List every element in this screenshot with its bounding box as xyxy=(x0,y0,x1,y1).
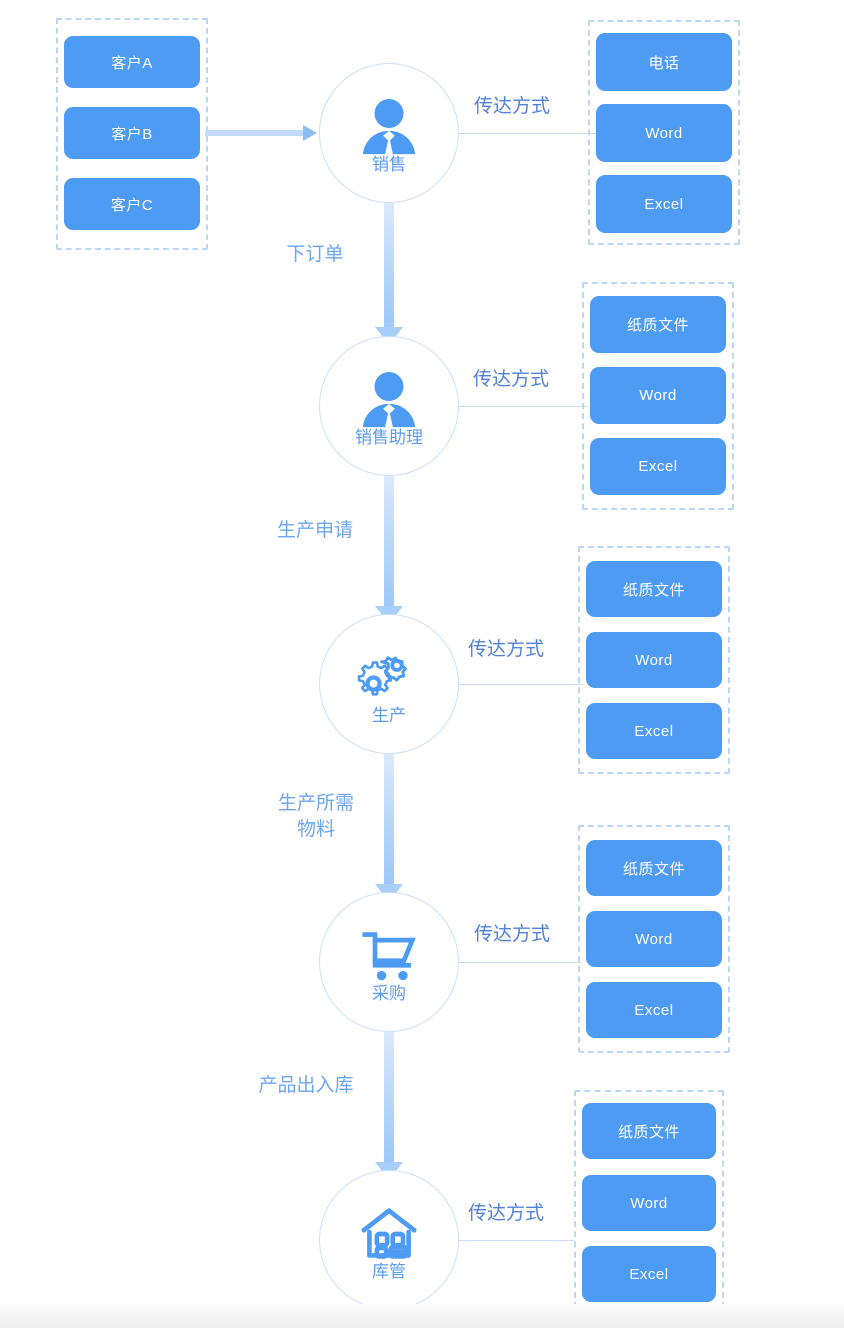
gears-icon xyxy=(354,647,424,709)
mode-chip-warehouse-0[interactable]: 纸质文件 xyxy=(582,1103,716,1159)
flowchart-canvas: 客户A 客户B 客户C 销售 传达方式 电话 Word Excel 下订单 销售… xyxy=(0,0,844,1328)
mode-chip-production-2[interactable]: Excel xyxy=(586,703,722,759)
mode-chip-production-1[interactable]: Word xyxy=(586,632,722,688)
mode-chip-assistant-1[interactable]: Word xyxy=(590,367,726,424)
mode-chip-production-0[interactable]: 纸质文件 xyxy=(586,561,722,617)
mode-chip-sales-0[interactable]: 电话 xyxy=(596,33,732,91)
mode-label-purchasing: 传达方式 xyxy=(474,924,551,945)
connector-purchasing xyxy=(459,962,582,963)
connector-production xyxy=(459,684,582,685)
person-icon xyxy=(354,369,424,431)
arrow-production-to-purchasing xyxy=(375,754,403,902)
connector-sales xyxy=(459,133,596,134)
node-production[interactable]: 生产 xyxy=(319,614,459,754)
mode-label-sales-assistant: 传达方式 xyxy=(473,369,550,390)
node-warehouse[interactable]: 库管 xyxy=(319,1170,459,1310)
arrow-sales-to-assistant xyxy=(375,203,403,345)
arrow-head xyxy=(303,125,317,141)
mode-chip-warehouse-2[interactable]: Excel xyxy=(582,1246,716,1302)
node-purchasing[interactable]: 采购 xyxy=(319,892,459,1032)
flow-label-order: 下订单 xyxy=(286,244,344,265)
mode-label-production: 传达方式 xyxy=(468,639,545,660)
connector-warehouse xyxy=(459,1240,574,1241)
mode-chip-purchasing-1[interactable]: Word xyxy=(586,911,722,967)
node-sales-assistant[interactable]: 销售助理 xyxy=(319,336,459,476)
shopping-cart-icon xyxy=(354,925,424,987)
arrow-shaft xyxy=(384,754,394,884)
flow-label-stock: 产品出入库 xyxy=(258,1075,354,1096)
mode-chip-warehouse-1[interactable]: Word xyxy=(582,1175,716,1231)
customer-chip-b[interactable]: 客户B xyxy=(64,107,200,159)
node-label: 采购 xyxy=(372,983,406,1003)
mode-chip-assistant-0[interactable]: 纸质文件 xyxy=(590,296,726,353)
arrow-customers-to-sales xyxy=(205,125,317,141)
mode-chip-sales-1[interactable]: Word xyxy=(596,104,732,162)
bottom-band xyxy=(0,1304,844,1328)
arrow-shaft xyxy=(384,203,394,327)
mode-chip-purchasing-0[interactable]: 纸质文件 xyxy=(586,840,722,896)
mode-chip-sales-2[interactable]: Excel xyxy=(596,175,732,233)
connector-sales-assistant xyxy=(459,406,587,407)
customer-chip-c[interactable]: 客户C xyxy=(64,178,200,230)
customer-chip-a[interactable]: 客户A xyxy=(64,36,200,88)
arrow-shaft xyxy=(384,476,394,606)
mode-chip-assistant-2[interactable]: Excel xyxy=(590,438,726,495)
arrow-assistant-to-production xyxy=(375,476,403,624)
node-sales[interactable]: 销售 xyxy=(319,63,459,203)
mode-label-sales: 传达方式 xyxy=(474,96,551,117)
person-icon xyxy=(354,96,424,158)
arrow-purchasing-to-warehouse xyxy=(375,1032,403,1180)
mode-chip-purchasing-2[interactable]: Excel xyxy=(586,982,722,1038)
node-label: 销售 xyxy=(372,154,406,174)
arrow-shaft xyxy=(205,130,303,136)
node-label: 库管 xyxy=(372,1261,406,1281)
flow-label-materials: 生产所需 物料 xyxy=(277,793,354,840)
node-label: 销售助理 xyxy=(355,427,423,447)
flow-label-production-request: 生产申请 xyxy=(276,520,353,541)
mode-label-warehouse: 传达方式 xyxy=(468,1203,545,1224)
node-label: 生产 xyxy=(372,705,406,725)
arrow-shaft xyxy=(384,1032,394,1162)
warehouse-icon xyxy=(354,1203,424,1265)
